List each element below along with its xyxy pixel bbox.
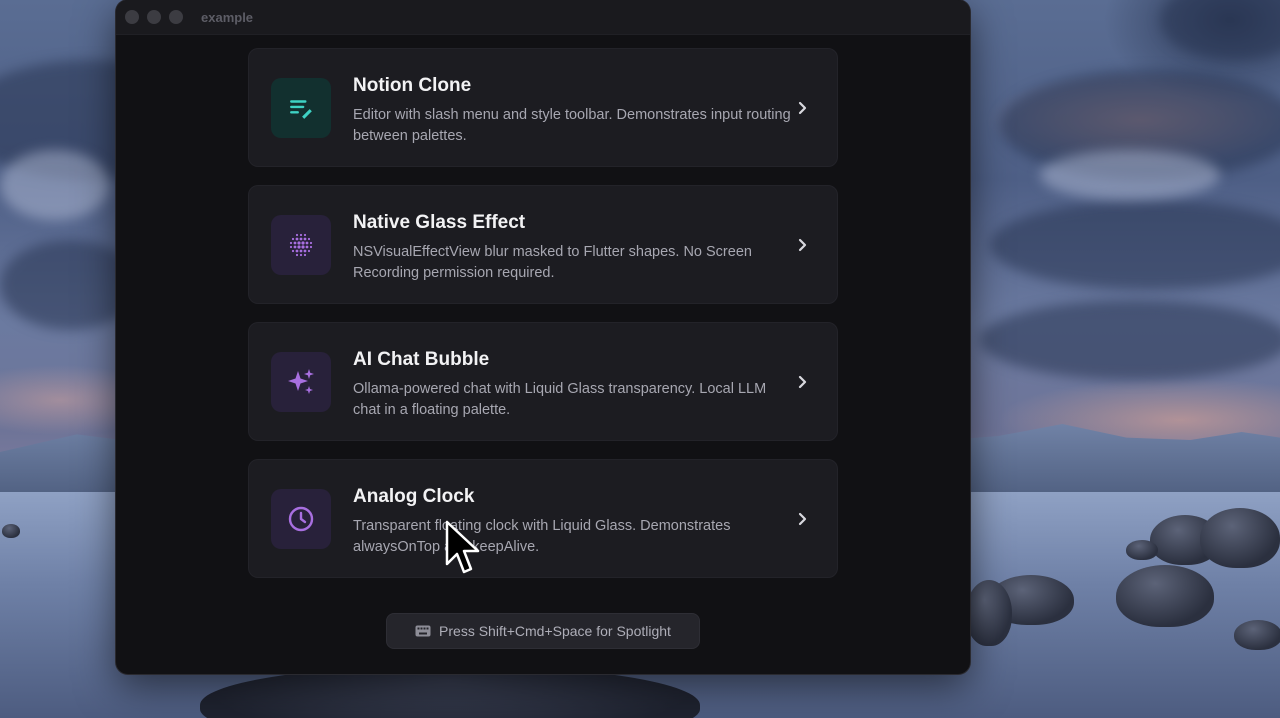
card-ai-chat-bubble[interactable]: AI Chat Bubble Ollama-powered chat with … xyxy=(248,322,838,441)
card-notion-clone[interactable]: Notion Clone Editor with slash menu and … xyxy=(248,48,838,167)
chevron-right-icon xyxy=(798,238,807,252)
example-list: Notion Clone Editor with slash menu and … xyxy=(248,48,838,596)
notes-edit-icon xyxy=(271,78,331,138)
chevron-right-icon xyxy=(798,512,807,526)
card-title: Analog Clock xyxy=(353,486,475,507)
card-description: Editor with slash menu and style toolbar… xyxy=(353,107,791,144)
zoom-window-button[interactable] xyxy=(169,10,183,24)
card-title: AI Chat Bubble xyxy=(353,349,490,370)
keyboard-icon xyxy=(415,625,431,637)
card-description: NSVisualEffectView blur masked to Flutte… xyxy=(353,244,752,281)
dot-grid-icon xyxy=(271,215,331,275)
card-title: Notion Clone xyxy=(353,75,472,96)
window-controls xyxy=(125,10,183,24)
chevron-right-icon xyxy=(798,375,807,389)
window-title: example xyxy=(201,9,254,25)
clock-icon xyxy=(271,489,331,549)
card-native-glass-effect[interactable]: Native Glass Effect NSVisualEffectView b… xyxy=(248,185,838,304)
sparkles-icon xyxy=(271,352,331,412)
close-window-button[interactable] xyxy=(125,10,139,24)
card-analog-clock[interactable]: Analog Clock Transparent floating clock … xyxy=(248,459,838,578)
spotlight-hint-text: Press Shift+Cmd+Space for Spotlight xyxy=(439,623,671,639)
title-bar[interactable]: example xyxy=(116,0,970,35)
card-description: Transparent floating clock with Liquid G… xyxy=(353,518,731,555)
card-title: Native Glass Effect xyxy=(353,212,526,233)
spotlight-hint: Press Shift+Cmd+Space for Spotlight xyxy=(386,613,700,649)
minimize-window-button[interactable] xyxy=(147,10,161,24)
app-window: example Notion Clone Editor with slash m… xyxy=(116,0,970,674)
card-description: Ollama-powered chat with Liquid Glass tr… xyxy=(353,381,767,418)
mouse-pointer-icon xyxy=(445,520,480,574)
chevron-right-icon xyxy=(798,101,807,115)
